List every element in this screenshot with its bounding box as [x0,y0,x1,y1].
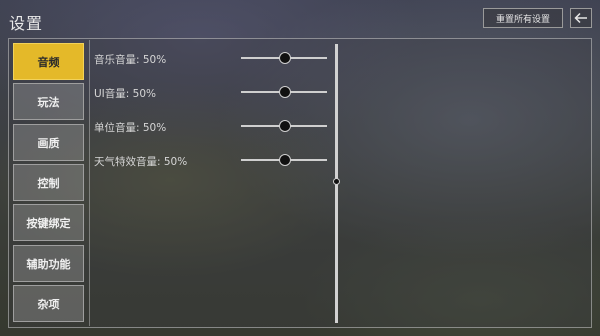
tab-accessibility[interactable]: 辅助功能 [13,245,84,282]
tab-gameplay[interactable]: 玩法 [13,83,84,120]
arrow-left-icon [574,12,587,24]
slider-thumb[interactable] [279,86,291,98]
slider-thumb[interactable] [279,154,291,166]
page-title: 设置 [9,14,44,33]
settings-panel [8,38,592,328]
ui-volume-label: UI音量: 50% [94,88,156,100]
unit-volume-label: 单位音量: 50% [94,122,167,134]
music-volume-label: 音乐音量: 50% [94,54,167,66]
tab-controls[interactable]: 控制 [13,164,84,201]
weather-effects-volume-label: 天气特效音量: 50% [94,156,188,168]
music-volume-slider[interactable] [241,52,327,64]
unit-volume-slider[interactable] [241,120,327,132]
tab-misc[interactable]: 杂项 [13,285,84,322]
tab-graphics[interactable]: 画质 [13,124,84,161]
tab-audio[interactable]: 音频 [13,43,84,80]
ui-volume-slider[interactable] [241,86,327,98]
weather-effects-volume-slider[interactable] [241,154,327,166]
scrollbar-handle[interactable] [333,178,340,185]
reset-all-settings-button[interactable]: 重置所有设置 [483,8,563,28]
back-button[interactable] [570,8,592,28]
slider-thumb[interactable] [279,52,291,64]
slider-thumb[interactable] [279,120,291,132]
settings-sidebar: 音频 玩法 画质 控制 按键绑定 辅助功能 杂项 [9,40,90,326]
tab-keybindings[interactable]: 按键绑定 [13,204,84,241]
